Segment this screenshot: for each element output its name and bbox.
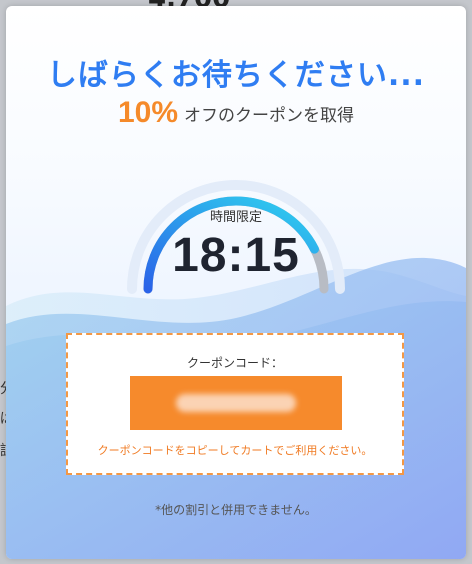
coupon-box: クーポンコード： クーポンコードをコピーしてカートでご利用ください。 (66, 333, 404, 475)
disclaimer-text: *他の割引と併用できません。 (155, 503, 317, 517)
coupon-modal: しばらくお待ちください... 10% オフのクーポンを取得 時間限定 18:15 … (6, 6, 466, 559)
coupon-code-label: クーポンコード： (186, 356, 283, 370)
coupon-instruction: クーポンコードをコピーしてカートでご利用ください。 (97, 444, 373, 457)
countdown-timer: 18:15 (172, 229, 300, 282)
coupon-code-button[interactable] (130, 376, 342, 430)
timer-label: 時間限定 (209, 210, 262, 225)
blurred-coupon-code (176, 394, 296, 412)
